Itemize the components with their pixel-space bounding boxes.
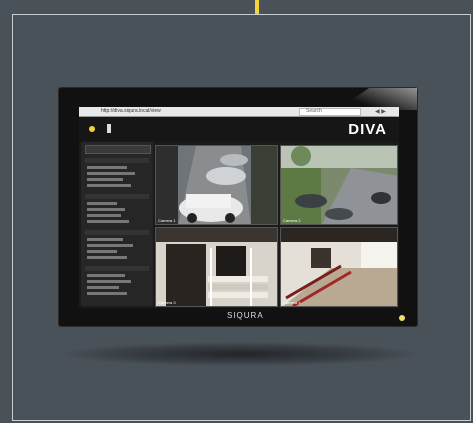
status-indicator-icon [89,126,95,132]
sidebar-item[interactable] [87,166,127,169]
sidebar-item[interactable] [87,184,131,187]
sidebar-item[interactable] [87,244,133,247]
app-header: DIVA [79,117,399,141]
diva-logo: DIVA [348,121,387,138]
window-controls[interactable] [82,110,96,123]
sidebar-item[interactable] [87,280,131,283]
camera-label: Camera 2 [283,218,301,223]
camera-tile[interactable]: Camera 1 [155,145,278,225]
sidebar-item[interactable] [87,292,127,295]
sidebar-search-input[interactable] [85,145,151,154]
camera-label: Camera 1 [158,218,176,223]
browser-search-placeholder: Search [306,108,322,114]
parking-camera-image [156,146,277,224]
sidebar-item[interactable] [87,238,123,241]
device-shadow [60,342,420,366]
sidebar-group[interactable] [85,194,149,199]
camera-tile[interactable]: Camera 4 [280,227,398,307]
sidebar-item[interactable] [87,202,117,205]
sidebar-item[interactable] [87,178,123,181]
sidebar-item[interactable] [87,214,121,217]
power-indicator-icon [399,315,405,321]
camera-tree-sidebar [81,142,153,306]
accent-marker [255,0,259,14]
sidebar-item[interactable] [87,220,129,223]
hallway-camera-image [281,228,397,306]
sidebar-item[interactable] [87,286,119,289]
camera-label: Camera 4 [283,300,301,305]
nav-arrows-icon[interactable]: ◀ ▶ [375,108,386,115]
camera-label: Camera 3 [158,300,176,305]
sidebar-group[interactable] [85,158,149,163]
browser-toolbar: http://diva.siqura.local/view Search ◀ ▶ [79,107,399,123]
stairs-camera-image [156,228,277,306]
camera-tile[interactable]: Camera 3 [155,227,278,307]
sidebar-item[interactable] [87,256,127,259]
monitor-device: http://diva.siqura.local/view Search ◀ ▶… [58,87,418,327]
sidebar-group[interactable] [85,230,149,235]
street-camera-image [281,146,397,224]
siqura-logo: SIQURA [227,311,264,320]
sidebar-item[interactable] [87,172,135,175]
sidebar-item[interactable] [87,208,125,211]
camera-tile[interactable]: Camera 2 [280,145,398,225]
monitor-screen: http://diva.siqura.local/view Search ◀ ▶… [79,107,399,308]
address-bar[interactable]: http://diva.siqura.local/view [101,108,161,114]
sidebar-item[interactable] [87,250,117,253]
sidebar-group[interactable] [85,266,149,271]
sidebar-item[interactable] [87,274,125,277]
lock-icon[interactable] [107,124,111,133]
